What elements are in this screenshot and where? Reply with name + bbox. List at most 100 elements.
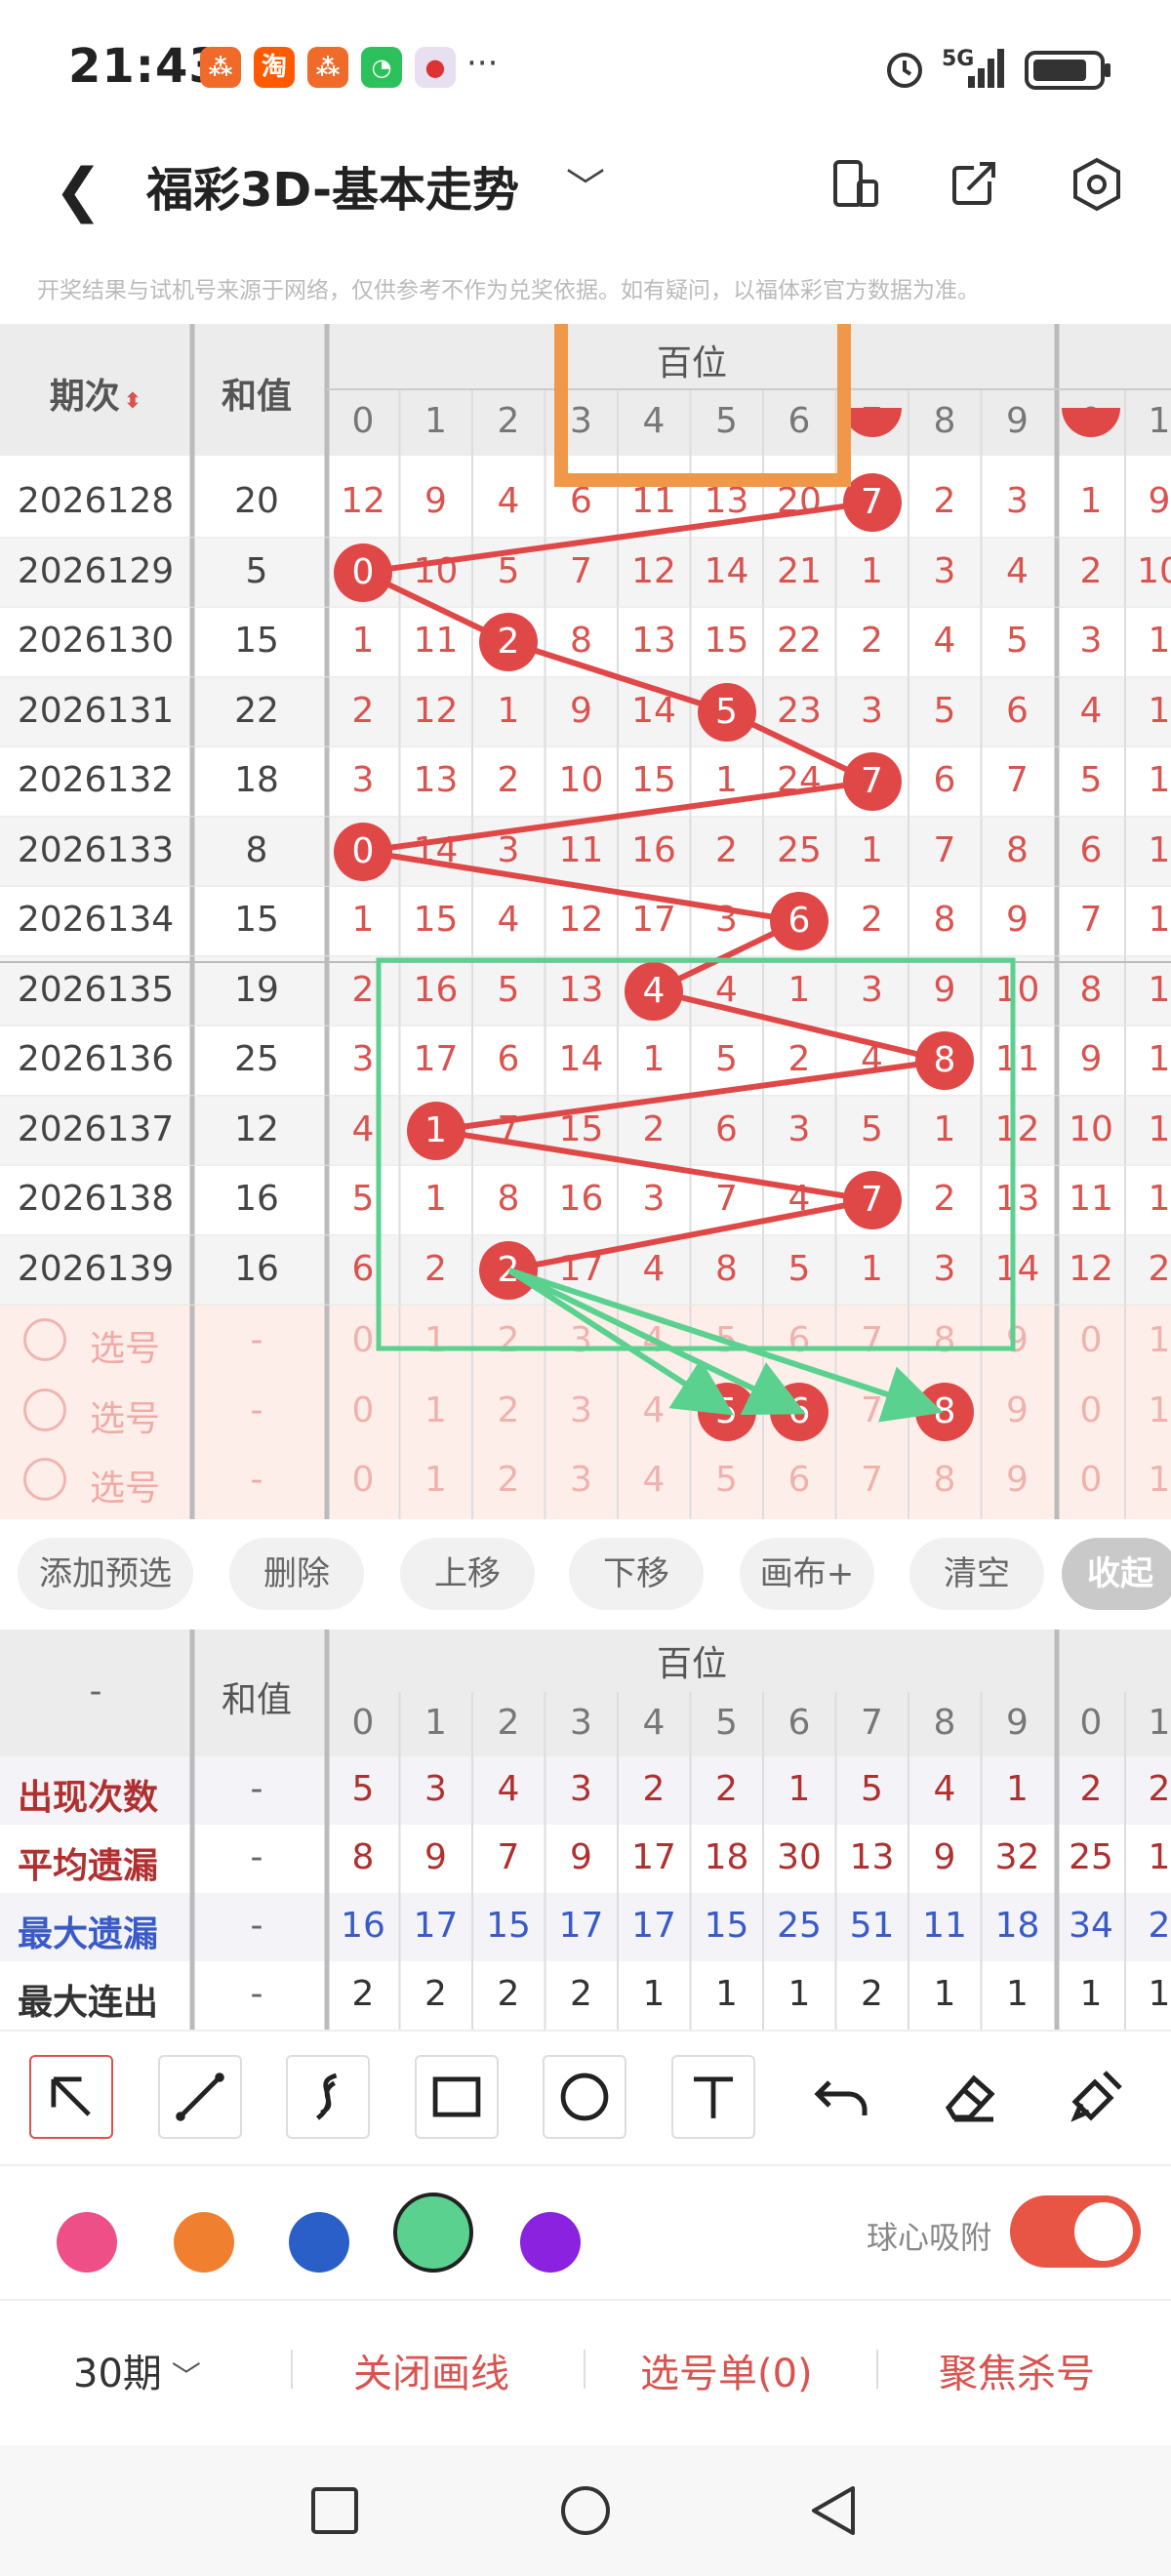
stats-value: 1 (1148, 1837, 1171, 1877)
hit-ball[interactable]: 2 (479, 613, 538, 671)
select-digit[interactable]: 0 (334, 1390, 392, 1430)
color-swatch-orange[interactable] (174, 2212, 234, 2273)
select-digit[interactable]: 1 (407, 1460, 465, 1500)
select-digit[interactable]: 2 (479, 1460, 538, 1500)
select-digit[interactable]: 8 (915, 1320, 974, 1360)
canvas-plus-button[interactable]: 画布+ (740, 1538, 874, 1610)
hit-ball[interactable]: 6 (770, 892, 828, 950)
recent-apps-icon[interactable] (310, 2486, 359, 2535)
delete-button[interactable]: 删除 (229, 1538, 364, 1610)
app-icon: ⁂ (200, 47, 241, 88)
stats-value: 2 (1079, 1769, 1103, 1809)
miss-count: 6 (715, 1108, 738, 1149)
device-icon[interactable] (828, 156, 884, 213)
select-digit[interactable]: 9 (989, 1460, 1047, 1500)
select-digit[interactable]: 1 (407, 1320, 465, 1360)
hit-ball[interactable]: 5 (697, 682, 756, 742)
select-digit[interactable]: 0 (334, 1460, 392, 1500)
select-digit[interactable]: 3 (552, 1460, 611, 1500)
miss-count: 3 (861, 969, 883, 1010)
home-icon[interactable] (559, 2484, 612, 2537)
text-icon[interactable] (671, 2055, 755, 2139)
color-swatch-green-selected[interactable] (393, 2193, 473, 2273)
add-preselect-button[interactable]: 添加预选 (18, 1538, 193, 1610)
select-digit[interactable]: 0 (334, 1320, 392, 1360)
brush-clear-icon[interactable] (1056, 2055, 1140, 2139)
miss-count: 2 (861, 621, 883, 661)
select-arrow-icon[interactable] (29, 2055, 113, 2139)
color-swatch-purple[interactable] (520, 2212, 581, 2273)
select-digit[interactable]: 7 (843, 1320, 902, 1360)
select-radio[interactable] (23, 1318, 66, 1361)
select-digit[interactable]: 6 (770, 1460, 828, 1500)
eraser-icon[interactable] (929, 2055, 1013, 2139)
color-swatch-blue[interactable] (289, 2212, 349, 2273)
line-icon[interactable] (158, 2055, 242, 2139)
pick-list-button[interactable]: 选号单(0) (640, 2342, 813, 2398)
hit-ball[interactable]: 7 (842, 473, 902, 532)
select-digit[interactable]: 7 (843, 1460, 902, 1500)
select-digit[interactable]: 5 (698, 1460, 756, 1500)
select-digit[interactable]: 8 (915, 1460, 974, 1500)
select-digit[interactable]: 9 (989, 1390, 1047, 1430)
back-icon[interactable]: ❮ (54, 156, 102, 224)
hit-ball[interactable]: 0 (334, 822, 392, 881)
selected-ball[interactable]: 5 (697, 1382, 756, 1441)
miss-count: 3 (933, 1248, 956, 1289)
select-digit[interactable]: 6 (770, 1320, 828, 1360)
selected-ball[interactable]: 8 (915, 1382, 974, 1441)
select-digit[interactable]: 9 (989, 1320, 1047, 1360)
hit-ball[interactable]: 7 (842, 1171, 902, 1229)
share-icon[interactable] (947, 156, 1003, 213)
miss-count: 6 (933, 760, 956, 800)
hit-ball[interactable]: 8 (915, 1031, 974, 1090)
sum-value: 8 (245, 829, 268, 870)
select-digit: 0 (1079, 1460, 1103, 1500)
selected-ball[interactable]: 6 (770, 1382, 828, 1441)
stats-value: 1 (642, 1974, 666, 2014)
undo-icon[interactable] (800, 2055, 884, 2139)
chevron-down-icon[interactable]: ﹀ (566, 156, 605, 213)
miss-count: 3 (1079, 621, 1103, 661)
hit-ball[interactable]: 1 (406, 1101, 465, 1160)
trend-chart[interactable]: 期次⬍和值百位012345678901202612820129461113202… (0, 324, 1171, 1519)
focus-kill-button[interactable]: 聚焦杀号 (939, 2342, 1095, 2398)
miss-count: 1 (1079, 481, 1103, 521)
rectangle-icon[interactable] (415, 2055, 499, 2139)
select-digit[interactable]: 2 (479, 1320, 538, 1360)
select-digit[interactable]: 5 (698, 1320, 756, 1360)
move-up-button[interactable]: 上移 (400, 1538, 535, 1610)
hit-ball[interactable]: 7 (842, 752, 902, 811)
hit-ball[interactable]: 0 (334, 543, 392, 602)
curve-icon[interactable] (286, 2055, 370, 2139)
collapse-button[interactable]: 收起 (1062, 1538, 1171, 1610)
close-line-button[interactable]: 关闭画线 (353, 2342, 509, 2398)
back-nav-icon[interactable] (808, 2484, 861, 2537)
stats-value: 1 (1006, 1769, 1029, 1809)
select-digit[interactable]: 3 (552, 1390, 611, 1430)
miss-count: 3 (351, 1039, 375, 1079)
stats-value: 1 (1006, 1974, 1029, 2014)
clear-button[interactable]: 清空 (909, 1538, 1044, 1610)
select-radio[interactable] (23, 1388, 66, 1431)
hit-ball[interactable]: 4 (625, 961, 683, 1021)
color-swatch-pink[interactable] (57, 2212, 117, 2273)
period-selector[interactable]: 30期 ﹀ (73, 2342, 201, 2398)
circle-icon[interactable] (543, 2055, 626, 2139)
settings-icon[interactable] (1069, 156, 1125, 213)
select-digit[interactable]: 3 (552, 1320, 611, 1360)
stats-value: 18 (704, 1837, 749, 1877)
select-digit[interactable]: 7 (843, 1390, 902, 1430)
hit-ball[interactable]: 2 (479, 1240, 538, 1300)
sort-icon[interactable]: ⬍ (124, 389, 141, 414)
select-digit[interactable]: 4 (625, 1320, 683, 1360)
select-digit[interactable]: 2 (479, 1390, 538, 1430)
select-digit[interactable]: 1 (407, 1390, 465, 1430)
page-title[interactable]: 福彩3D-基本走势 (146, 151, 519, 220)
stats-value: 9 (933, 1837, 956, 1877)
move-down-button[interactable]: 下移 (569, 1538, 704, 1610)
select-radio[interactable] (23, 1458, 66, 1501)
snap-toggle[interactable] (1010, 2195, 1141, 2268)
select-digit[interactable]: 4 (625, 1460, 683, 1500)
select-digit[interactable]: 4 (625, 1390, 683, 1430)
